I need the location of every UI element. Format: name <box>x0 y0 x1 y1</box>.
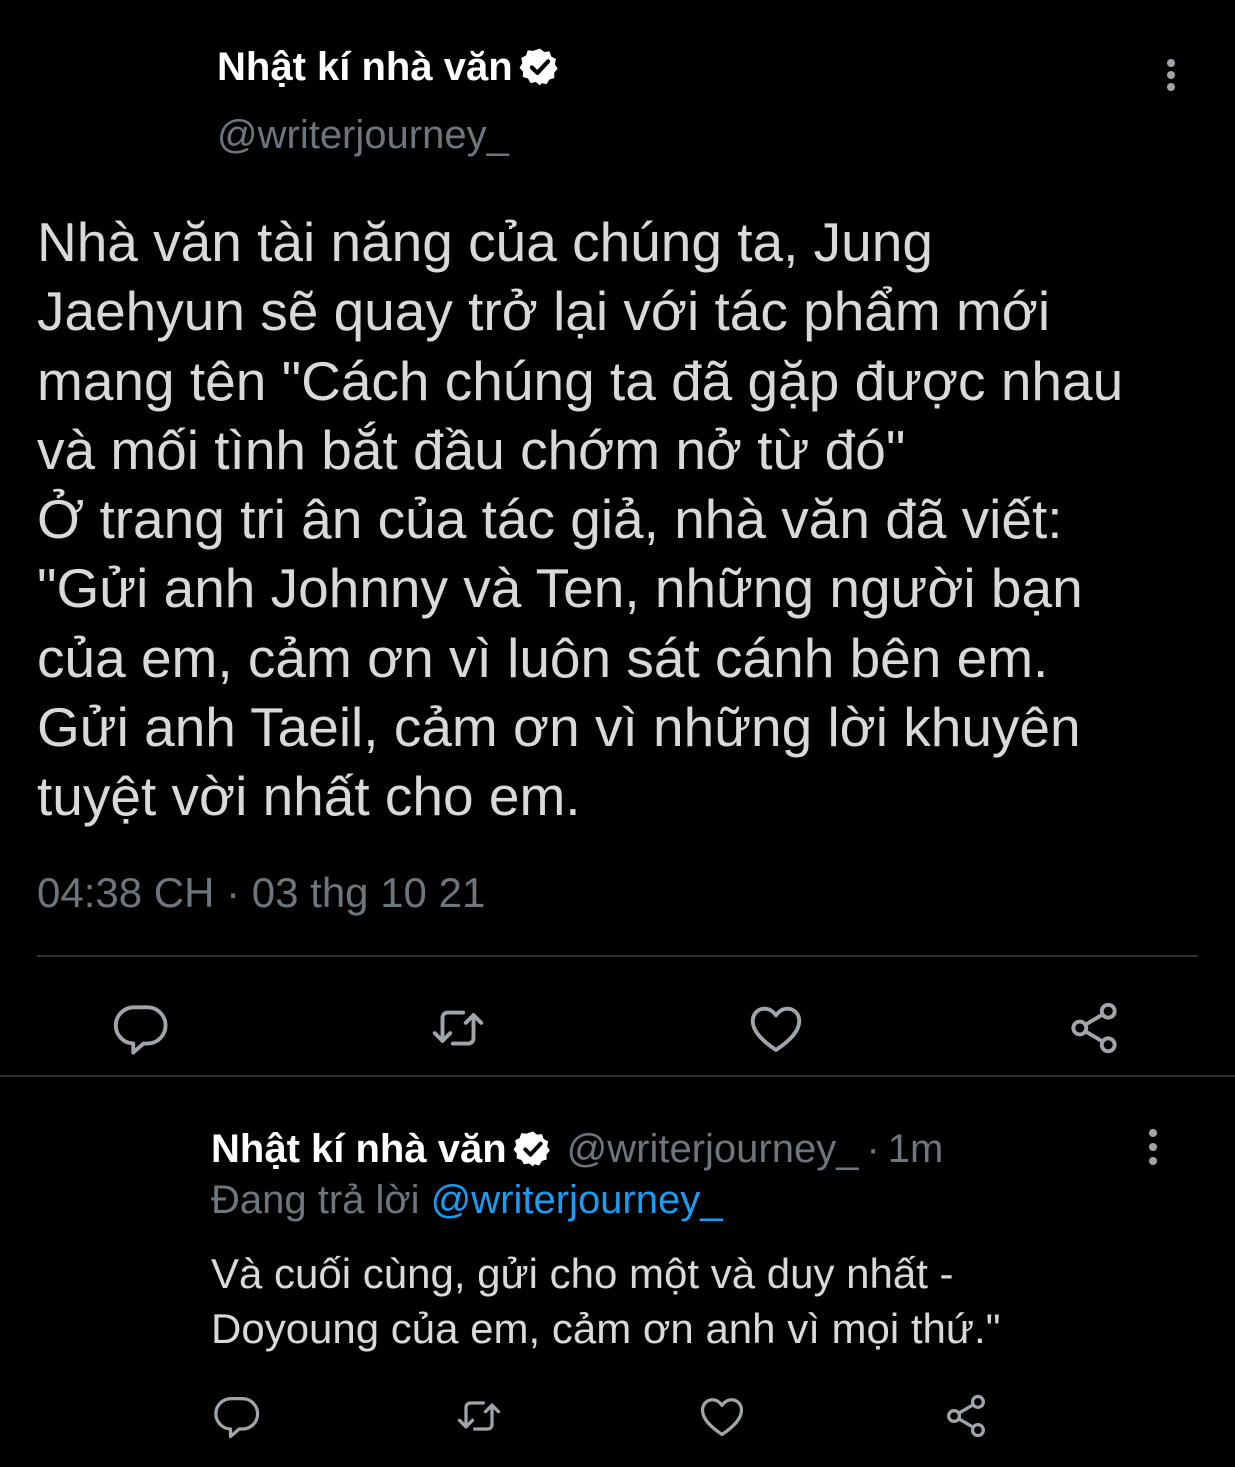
replying-prefix: Đang trả lời <box>211 1178 420 1222</box>
share-icon[interactable] <box>1063 997 1125 1059</box>
replying-to-line: Đang trả lời @writerjourney_ <box>211 1177 723 1223</box>
reply-header: Nhật kí nhà văn @writerjourney_ · 1m <box>211 1126 943 1172</box>
author-display-name[interactable]: Nhật kí nhà văn <box>217 44 513 90</box>
reply-author-name[interactable]: Nhật kí nhà văn <box>211 1126 507 1172</box>
heart-icon[interactable] <box>696 1390 748 1442</box>
more-vertical-icon[interactable] <box>1133 1127 1173 1167</box>
share-icon[interactable] <box>940 1390 992 1442</box>
replying-mention-link[interactable]: @writerjourney_ <box>431 1178 723 1222</box>
separator-dot: · <box>866 1127 880 1171</box>
tweet-text: Nhà văn tài năng của chúng ta, Jung Jaeh… <box>37 211 1124 828</box>
section-divider <box>0 1075 1235 1077</box>
reply-icon[interactable] <box>211 1390 263 1442</box>
verified-badge-icon <box>519 46 561 88</box>
main-tweet: Nhật kí nhà văn @writerjourney_ Nhà văn … <box>0 0 1235 1075</box>
reply-icon[interactable] <box>110 997 172 1059</box>
verified-badge-icon <box>513 1129 553 1169</box>
reply-time-ago[interactable]: 1m <box>888 1126 944 1172</box>
heart-icon[interactable] <box>745 997 807 1059</box>
more-vertical-icon[interactable] <box>1151 55 1191 95</box>
author-handle[interactable]: @writerjourney_ <box>217 112 509 158</box>
reply-author-handle[interactable]: @writerjourney_ <box>567 1126 859 1172</box>
tweet-timestamp[interactable]: 04:38 CH · 03 thg 10 21 <box>37 868 485 918</box>
reply-tweet-text: Và cuối cùng, gửi cho một và duy nhất - … <box>211 1250 1001 1352</box>
divider <box>37 955 1198 957</box>
retweet-icon[interactable] <box>427 997 489 1059</box>
retweet-icon[interactable] <box>453 1390 505 1442</box>
main-author-row[interactable]: Nhật kí nhà văn <box>217 44 561 90</box>
